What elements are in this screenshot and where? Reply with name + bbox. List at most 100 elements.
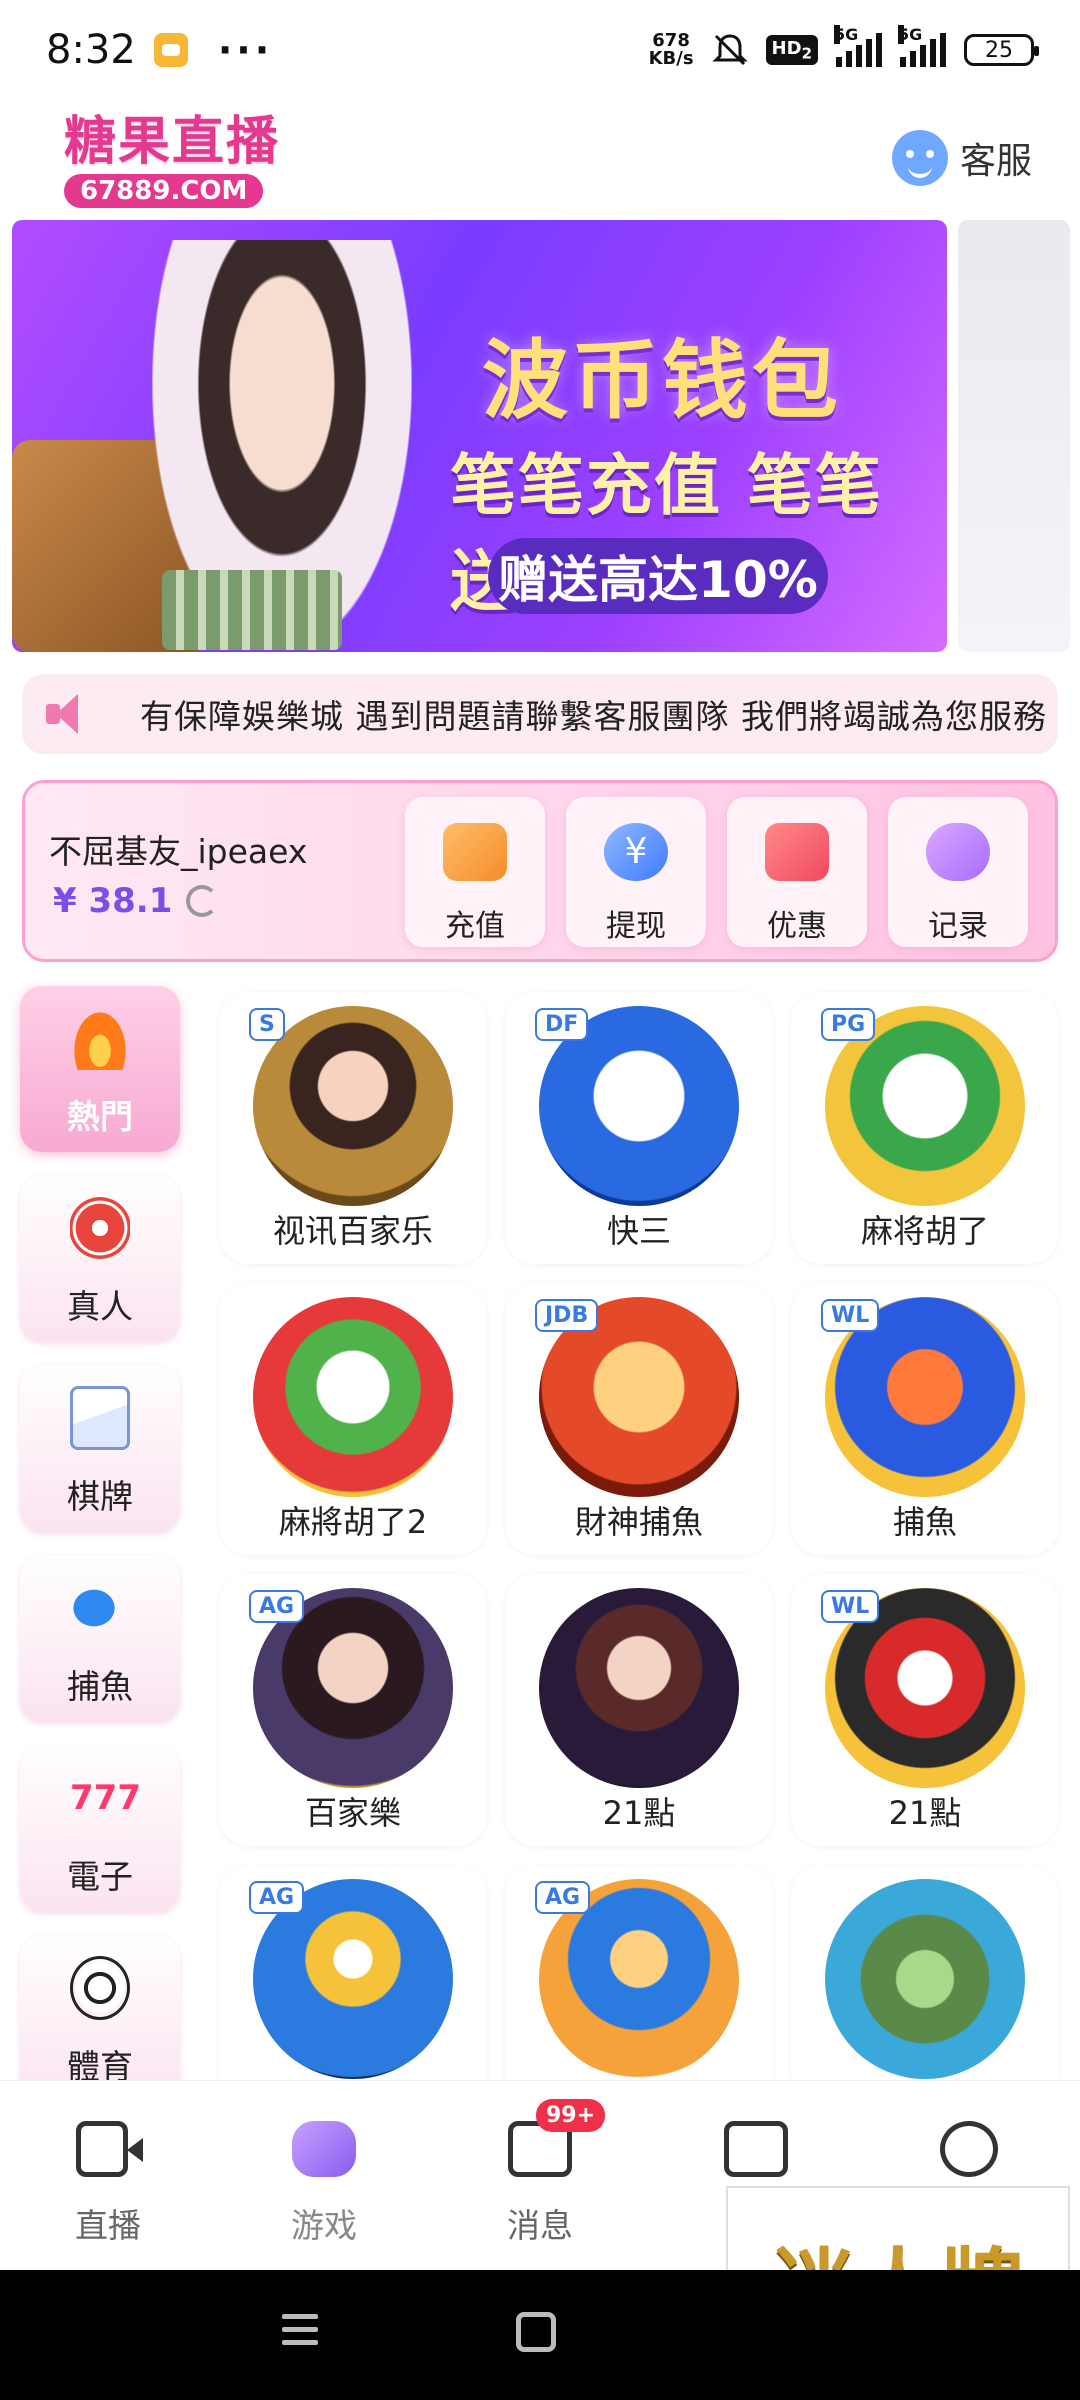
signal-2-label: 5G [898, 25, 923, 44]
game-art [253, 1297, 453, 1497]
cash-illustration [162, 570, 342, 650]
yen-icon: ¥ [604, 823, 668, 881]
signal-icon-2: 5G [898, 25, 946, 67]
game-tile[interactable]: WL 21點 [791, 1574, 1059, 1846]
gamepad-icon [926, 823, 990, 881]
recent-apps-icon[interactable] [282, 2314, 318, 2350]
game-art [825, 1879, 1025, 2079]
refresh-icon[interactable] [186, 885, 219, 917]
playing-cards-icon [70, 1386, 130, 1450]
hd-voice-icon: HD2 [765, 34, 818, 66]
category-label: 捕魚 [67, 1667, 133, 1706]
promotions-button[interactable]: 优惠 [727, 797, 867, 947]
category-label: 棋牌 [67, 1477, 133, 1516]
game-title: 快三 [606, 1212, 671, 1250]
announcement-marquee[interactable]: 有保障娛樂城 遇到問題請聯繫客服團隊 我們將竭誠為您服務 [22, 674, 1058, 754]
more-notifications-icon: ··· [217, 28, 274, 72]
unread-badge: 99+ [536, 2099, 606, 2132]
game-title: 21點 [888, 1794, 962, 1832]
hd-label: HD [771, 37, 802, 59]
next-banner-peek[interactable] [958, 220, 1070, 652]
game-title: 百家樂 [304, 1794, 401, 1832]
slot-777-icon: 777 [70, 1778, 141, 1818]
category-label: 真人 [67, 1287, 133, 1326]
game-title: 捕魚 [892, 1503, 957, 1541]
game-title: 视讯百家乐 [272, 1212, 433, 1250]
game-tile[interactable]: AG [505, 1865, 773, 2080]
provider-tag: WL [821, 1590, 880, 1623]
nav-label: 游戏 [291, 2206, 357, 2245]
announcement-text: 有保障娛樂城 遇到問題請聯繫客服團隊 我們將竭誠為您服務 [140, 697, 1047, 736]
records-label: 记录 [928, 909, 988, 944]
category-cards[interactable]: 棋牌 [20, 1366, 180, 1532]
soccer-ball-icon [70, 1956, 130, 2020]
provider-tag: AG [535, 1881, 591, 1914]
category-slots[interactable]: 777 電子 [20, 1746, 180, 1912]
game-tile[interactable]: DF 快三 [505, 992, 773, 1264]
promo-banner[interactable]: 波币钱包 笔笔充值 笔笔送 赠送高达10% [12, 220, 947, 652]
game-title: 21點 [602, 1794, 676, 1832]
shark-icon [70, 1576, 130, 1640]
recharge-button[interactable]: 充值 [405, 797, 545, 947]
status-bar: 8:32 ··· 678 KB/s HD2 5G 5G 25 [0, 0, 1080, 100]
game-tile[interactable]: AG [219, 1865, 487, 2080]
wallet-icon [724, 2121, 788, 2177]
game-tile[interactable]: PG 麻将胡了 [791, 992, 1059, 1264]
game-tile[interactable]: 21點 [505, 1574, 773, 1846]
poker-chip-icon [70, 1196, 130, 1260]
gamepad-icon [292, 2121, 356, 2177]
customer-service-label: 客服 [959, 141, 1032, 182]
game-tile[interactable]: S 视讯百家乐 [219, 992, 487, 1264]
provider-tag: AG [249, 1881, 305, 1914]
logo-domain: 67889.COM [64, 174, 264, 208]
user-wallet-card: 不屈基友_ipeaex ¥ 38.1 充值 ¥ 提现 优惠 记录 [22, 780, 1058, 962]
promotions-label: 优惠 [767, 909, 827, 944]
signal-icon-1: 5G [834, 25, 882, 67]
category-fishing[interactable]: 捕魚 [20, 1556, 180, 1722]
balance-amount: ¥ 38.1 [53, 881, 173, 921]
category-live[interactable]: 真人 [20, 1176, 180, 1342]
game-title: 財神捕魚 [574, 1503, 703, 1541]
status-icons: 678 KB/s HD2 5G 5G 25 [649, 25, 1039, 68]
provider-tag: WL [821, 1299, 880, 1332]
flame-icon [70, 1006, 130, 1070]
net-speed: 678 KB/s [649, 32, 694, 68]
wallet-icon [443, 823, 507, 881]
nav-live[interactable]: 直播 [0, 2081, 216, 2271]
game-tile[interactable]: AG 百家樂 [219, 1574, 487, 1846]
provider-tag: DF [535, 1008, 589, 1041]
game-title: 麻將胡了2 [278, 1503, 428, 1541]
battery-icon: 25 [964, 34, 1039, 66]
battery-level: 25 [985, 37, 1013, 63]
status-time: 8:32 [46, 27, 136, 73]
withdraw-button[interactable]: ¥ 提现 [566, 797, 706, 947]
app-logo[interactable]: 糖果直播 67889.COM [64, 114, 284, 208]
game-tile[interactable]: JDB 財神捕魚 [505, 1283, 773, 1555]
nav-games[interactable]: 游戏 [216, 2081, 432, 2271]
ticket-icon [765, 823, 829, 881]
nav-label: 直播 [75, 2206, 141, 2245]
app-header: 糖果直播 67889.COM 客服 [0, 104, 1080, 214]
headset-smiley-icon [891, 130, 948, 186]
smiley-icon [940, 2121, 998, 2177]
provider-tag: AG [249, 1590, 305, 1623]
game-tile[interactable]: WL 捕魚 [791, 1283, 1059, 1555]
system-navigation-bar [0, 2270, 1080, 2400]
provider-tag: PG [821, 1008, 876, 1041]
withdraw-label: 提现 [606, 909, 666, 944]
category-hot[interactable]: 熱門 [20, 986, 180, 1152]
hd-sub: 2 [801, 44, 812, 63]
records-button[interactable]: 记录 [888, 797, 1028, 947]
customer-service-button[interactable]: 客服 [891, 130, 1032, 186]
game-art [539, 1588, 739, 1788]
category-label: 電子 [67, 1857, 133, 1896]
game-tile[interactable] [791, 1865, 1059, 2080]
category-sports[interactable]: 體育 [20, 1936, 180, 2102]
game-title: 麻将胡了 [860, 1212, 989, 1250]
category-label: 熱門 [67, 1097, 133, 1136]
home-icon[interactable] [516, 2312, 556, 2352]
signal-1-label: 5G [834, 25, 859, 44]
banner-title: 波币钱包 [482, 331, 842, 431]
speaker-icon [46, 694, 92, 734]
game-tile[interactable]: 麻將胡了2 [219, 1283, 487, 1555]
